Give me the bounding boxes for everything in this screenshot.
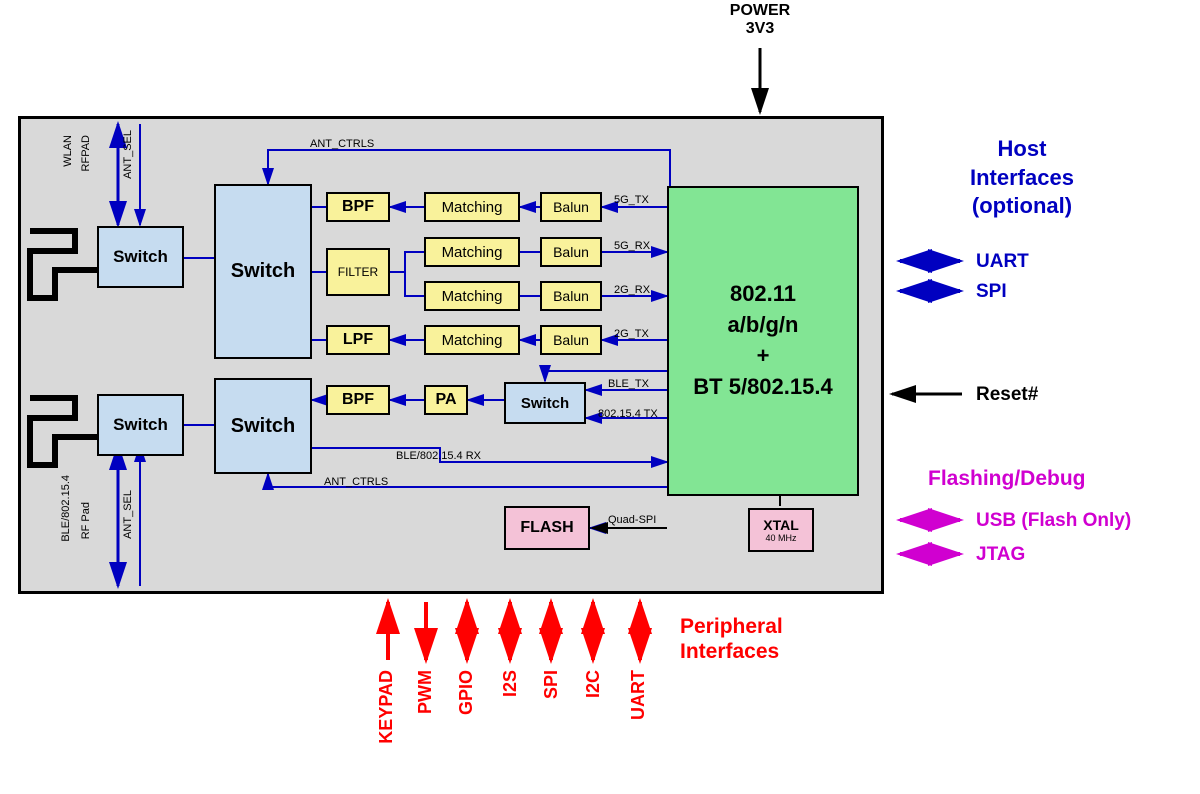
pa-block: PA <box>424 385 468 415</box>
balun1-block: Balun <box>540 192 602 222</box>
802154-tx-label: 802.15.4 TX <box>598 408 658 420</box>
xtal-block: XTAL 40 MHz <box>748 508 814 552</box>
host-interfaces-title: Host Interfaces (optional) <box>970 135 1074 221</box>
rfpad-label: RFPAD <box>80 135 92 171</box>
matching3-block: Matching <box>424 281 520 311</box>
matching2-block: Matching <box>424 237 520 267</box>
periph-keypad: KEYPAD <box>376 670 397 744</box>
5g-tx-label: 5G_TX <box>614 194 649 206</box>
periph-pwm: PWM <box>415 670 436 714</box>
flash-block: FLASH <box>504 506 590 550</box>
usb-label: USB (Flash Only) <box>976 510 1131 532</box>
antsel2-label: ANT_SEL <box>122 490 134 539</box>
ant-ctrls-bot-label: ANT_CTRLS <box>324 476 388 488</box>
bpf2-block: BPF <box>326 385 390 415</box>
2g-rx-label: 2G_RX <box>614 284 650 296</box>
switch2-block: Switch <box>214 184 312 359</box>
ble-rx-label: BLE/802.15.4 RX <box>396 450 481 462</box>
ble-tx-label: BLE_TX <box>608 378 649 390</box>
filter-block: FILTER <box>326 248 390 296</box>
flash-debug-title: Flashing/Debug <box>928 467 1086 491</box>
periph-spi: SPI <box>541 670 562 699</box>
reset-label: Reset# <box>976 384 1038 406</box>
peripheral-title: Peripheral Interfaces <box>680 614 783 664</box>
balun2-block: Balun <box>540 237 602 267</box>
lpf-block: LPF <box>326 325 390 355</box>
ant-ctrls-top-label: ANT_CTRLS <box>310 138 374 150</box>
periph-i2s: I2S <box>500 670 521 697</box>
ble-rfpad-label: BLE/802.15.4 <box>60 475 72 542</box>
quadspi-label: Quad-SPI <box>608 514 656 526</box>
switch4-block: Switch <box>214 378 312 474</box>
wlan-label: WLAN <box>62 135 74 167</box>
5g-rx-label: 5G_RX <box>614 240 650 252</box>
2g-tx-label: 2G_TX <box>614 328 649 340</box>
antsel-label: ANT_SEL <box>122 130 134 179</box>
balun3-block: Balun <box>540 281 602 311</box>
switch5-block: Switch <box>504 382 586 424</box>
switch1-block: Switch <box>97 226 184 288</box>
power-label: POWER 3V3 <box>700 2 820 38</box>
host-spi-label: SPI <box>976 281 1007 303</box>
periph-uart: UART <box>628 670 649 720</box>
matching4-block: Matching <box>424 325 520 355</box>
periph-i2c: I2C <box>583 670 604 698</box>
jtag-label: JTAG <box>976 544 1025 566</box>
host-uart-label: UART <box>976 251 1029 273</box>
rfpad2-label: RF Pad <box>80 502 92 539</box>
chip-block: 802.11 a/b/g/n + BT 5/802.15.4 <box>667 186 859 496</box>
periph-gpio: GPIO <box>456 670 477 715</box>
switch3-block: Switch <box>97 394 184 456</box>
balun4-block: Balun <box>540 325 602 355</box>
bpf1-block: BPF <box>326 192 390 222</box>
matching1-block: Matching <box>424 192 520 222</box>
